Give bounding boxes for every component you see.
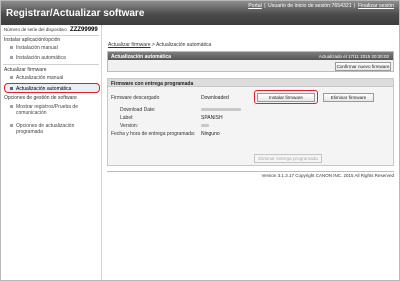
sidebar-category-install: Instalar aplicación/opción xyxy=(4,37,61,43)
login-user-text: Usuario de inicio de sesión:7654321 xyxy=(268,3,352,9)
delete-firmware-button[interactable]: Eliminar firmware xyxy=(323,93,374,102)
install-firmware-button[interactable]: Instalar firmware xyxy=(257,93,315,102)
bullet-icon xyxy=(10,105,13,108)
breadcrumb: Actualizar firmware > Actualización auto… xyxy=(108,42,211,48)
copyright-text: Version 3.1.3.17 Copyright CANON INC. 20… xyxy=(261,173,394,178)
app-header: Registrar/Actualizar software Portal | U… xyxy=(1,1,399,25)
portal-link[interactable]: Portal xyxy=(248,3,262,9)
device-serial-label: Número de serie del dispositivo xyxy=(4,27,67,32)
panel-header: Firmware con entrega programada xyxy=(108,79,393,87)
bullet-icon xyxy=(10,76,13,80)
confirm-new-firmware-button[interactable]: Confirmar nuevo firmware xyxy=(335,62,391,71)
auto-update-panel: Actualización automática Actualizado el … xyxy=(107,51,394,72)
footer-divider xyxy=(107,171,394,172)
download-date-label: Download Date: xyxy=(120,107,156,113)
sidebar-item-label: Instalación automática xyxy=(16,55,66,61)
label-value: SPANISH xyxy=(201,115,223,121)
sidebar-divider xyxy=(3,64,99,65)
sidebar-item-label: programada xyxy=(16,129,43,135)
sidebar-item-manual-update[interactable]: Actualización manual xyxy=(10,75,63,81)
sidebar: Número de serie del dispositivo ZZZ99999… xyxy=(1,25,102,280)
updated-timestamp: Actualizado el 17/11 2015 20:30:02 xyxy=(318,53,389,59)
sidebar-item-label: Actualización automática xyxy=(16,86,72,92)
redacted-version xyxy=(201,124,209,127)
scheduled-delivery-label: Fecha y hora de entrega programada: xyxy=(111,131,196,137)
delete-scheduled-delivery-button[interactable]: Eliminar entrega programada xyxy=(254,154,322,163)
sidebar-item-label: comunicación xyxy=(16,110,47,116)
panel-header: Actualización automática Actualizado el … xyxy=(108,52,393,60)
bullet-icon xyxy=(10,124,13,127)
redacted-date xyxy=(201,108,241,111)
panel-title: Actualización automática xyxy=(111,53,172,60)
sidebar-divider xyxy=(3,35,99,36)
sidebar-item-show-logs[interactable]: Mostrar registros/Prueba de comunicación xyxy=(10,104,78,116)
scheduled-firmware-panel: Firmware con entrega programada Firmware… xyxy=(107,78,394,166)
sidebar-item-update-options[interactable]: Opciones de actualización programada xyxy=(10,123,74,135)
panel-title: Firmware con entrega programada xyxy=(111,80,194,87)
separator: | xyxy=(264,3,266,9)
breadcrumb-current: Actualización automática xyxy=(155,42,212,48)
sidebar-item-auto-update[interactable]: Actualización automática xyxy=(4,83,100,93)
sidebar-item-label: Actualización manual xyxy=(16,75,64,81)
sidebar-item-manual-install[interactable]: Instalación manual xyxy=(10,45,58,51)
sidebar-category-update: Actualizar firmware xyxy=(4,67,47,73)
sidebar-item-label: Instalación manual xyxy=(16,45,58,51)
bullet-icon xyxy=(10,46,13,50)
downloaded-firmware-value: Downloaded xyxy=(201,95,229,101)
sidebar-category-management: Opciones de gestión de software xyxy=(4,95,77,101)
app-title: Registrar/Actualizar software xyxy=(6,8,145,19)
bullet-icon xyxy=(10,87,13,90)
breadcrumb-link[interactable]: Actualizar firmware xyxy=(108,42,151,48)
label-label: Label: xyxy=(120,115,134,121)
main-content: Actualizar firmware > Actualización auto… xyxy=(103,25,399,281)
top-links: Portal | Usuario de inicio de sesión:765… xyxy=(248,3,394,9)
downloaded-firmware-label: Firmware descargado xyxy=(111,95,160,101)
sidebar-item-auto-install[interactable]: Instalación automática xyxy=(10,55,66,61)
device-serial-value: ZZZ99999 xyxy=(70,27,98,33)
logout-link[interactable]: Finalizar sesión xyxy=(358,3,394,9)
version-label: Version: xyxy=(120,123,139,129)
device-serial-line: Número de serie del dispositivo ZZZ99999 xyxy=(4,27,98,33)
scheduled-delivery-value: Ninguno xyxy=(201,131,220,137)
bullet-icon xyxy=(10,56,13,60)
separator: | xyxy=(354,3,356,9)
